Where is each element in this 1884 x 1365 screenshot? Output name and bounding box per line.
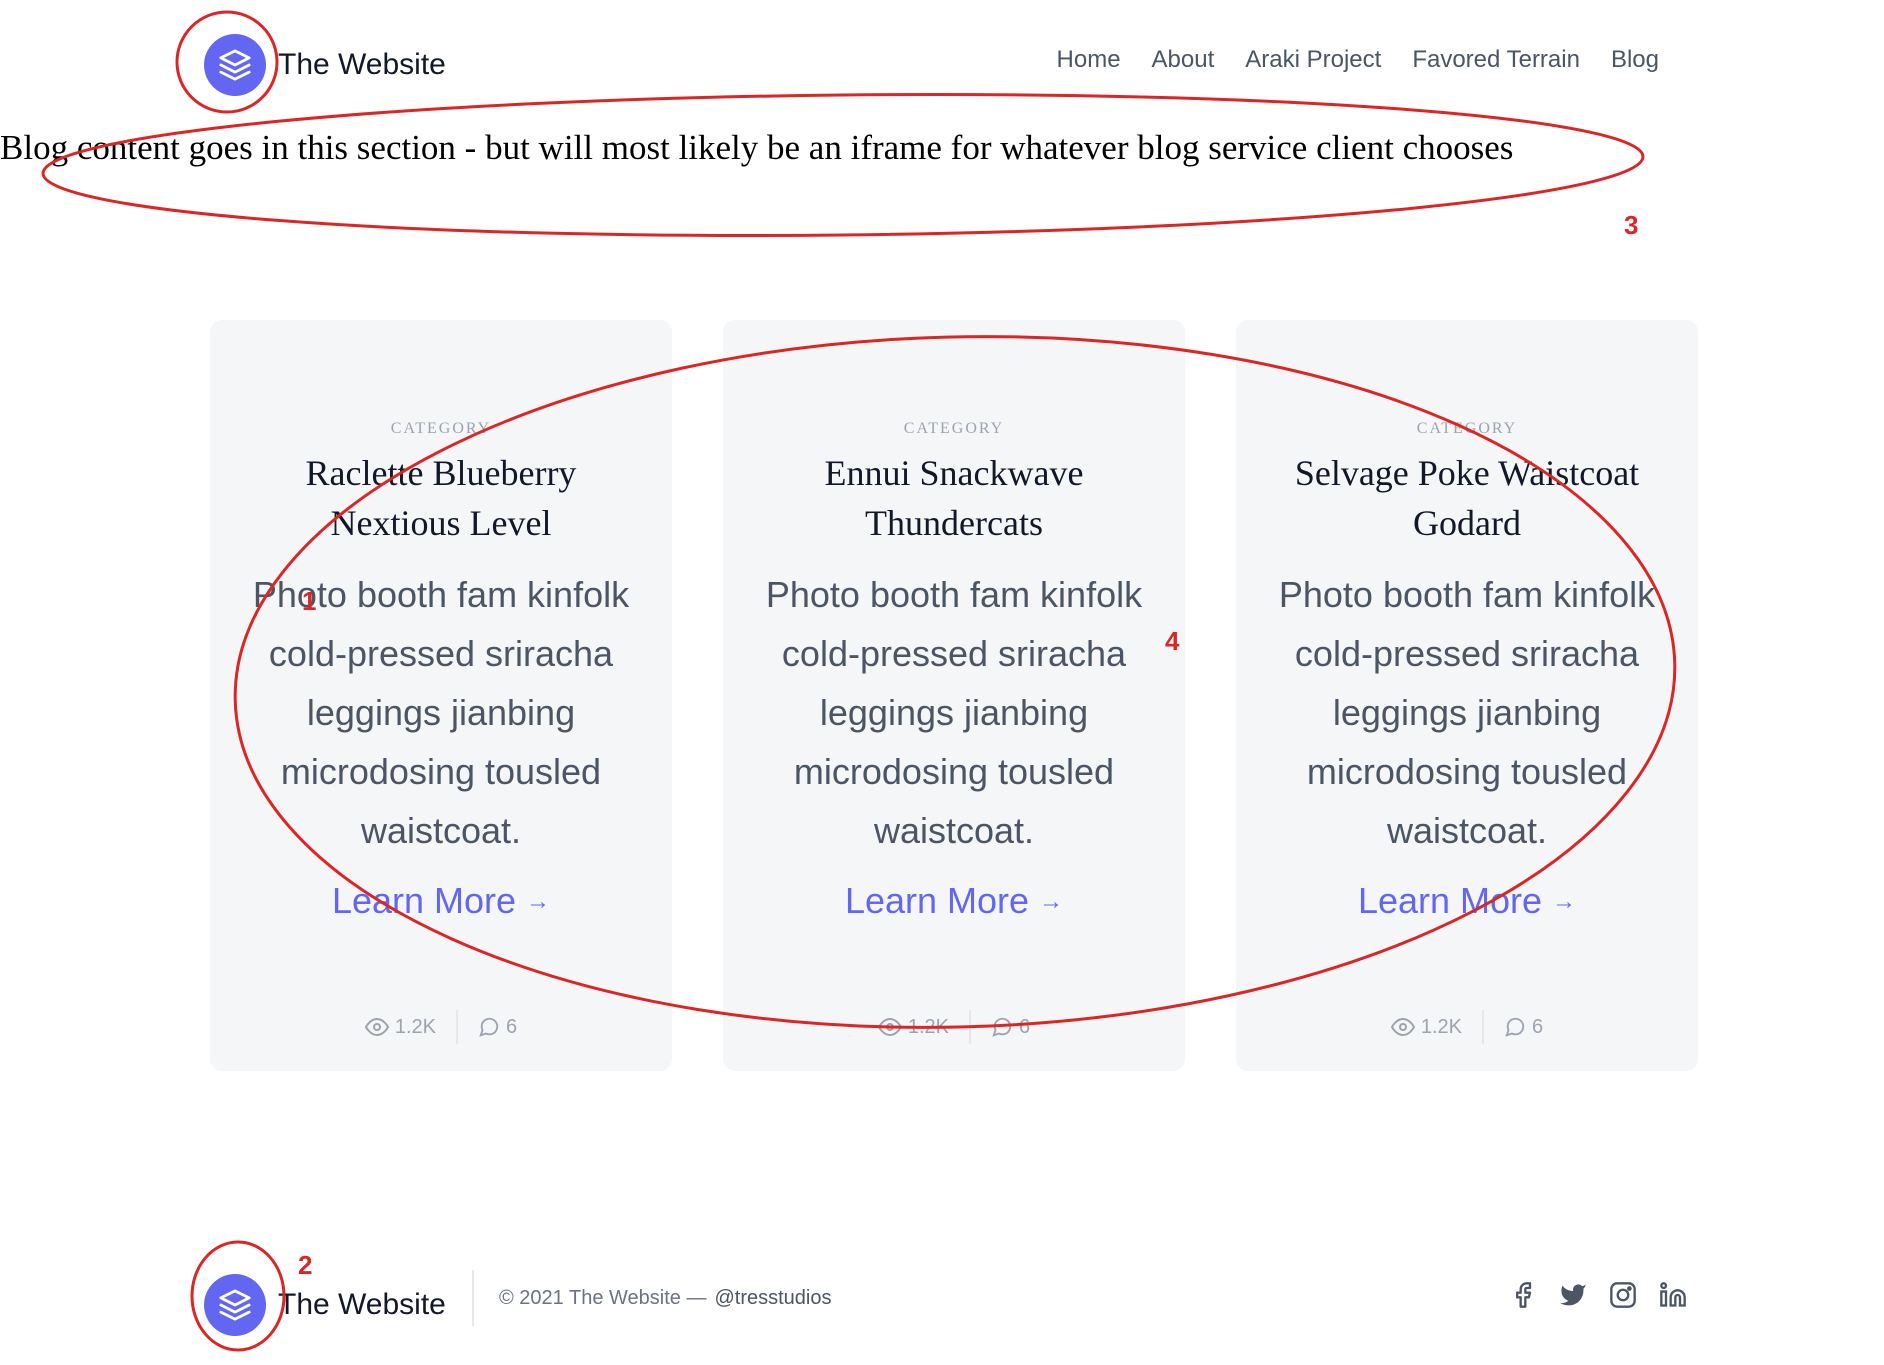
layers-icon <box>204 1274 266 1336</box>
annotation-label-4: 4 <box>1165 626 1180 656</box>
nav-about[interactable]: About <box>1152 46 1215 74</box>
footer-divider <box>472 1270 474 1326</box>
learn-more-link[interactable]: Learn More → <box>723 880 1185 922</box>
twitter-handle-link[interactable]: @tresstudios <box>714 1287 831 1309</box>
comment-icon <box>479 1017 499 1037</box>
comment-icon <box>992 1017 1012 1037</box>
arrow-right-icon: → <box>1552 888 1577 915</box>
instagram-icon[interactable] <box>1608 1280 1638 1310</box>
eye-icon <box>364 1017 389 1037</box>
views-count: 1.2K <box>394 1015 437 1038</box>
card-title: Raclette Blueberry Nextious Level <box>305 453 577 543</box>
footer-copyright: © 2021 The Website — @tresstudios <box>499 1287 831 1310</box>
main-nav: Home About Araki Project Favored Terrain… <box>1057 46 1659 74</box>
card-title: Selvage Poke Waistcoat Godard <box>1294 453 1640 543</box>
card-body: Photo booth fam kinfolk cold-pressed sri… <box>1278 574 1656 851</box>
nav-araki-project[interactable]: Araki Project <box>1245 46 1381 74</box>
footer-site-name: The Website <box>278 1288 446 1321</box>
blog-card: CATEGORY Selvage Poke Waistcoat Godard P… <box>1236 320 1698 1071</box>
learn-more-link[interactable]: Learn More → <box>1236 880 1698 922</box>
eye-icon <box>877 1017 902 1037</box>
arrow-right-icon: → <box>526 888 551 915</box>
site-footer: The Website © 2021 The Website — @tresstu… <box>0 1250 1884 1350</box>
layers-icon <box>204 34 266 96</box>
comments-count: 6 <box>506 1015 518 1038</box>
social-links <box>1508 1280 1688 1310</box>
card-body: Photo booth fam kinfolk cold-pressed sri… <box>765 574 1143 851</box>
comments-stat: 6 <box>1504 1016 1543 1039</box>
views-stat: 1.2K <box>364 1015 437 1039</box>
blog-placeholder-text: Blog content goes in this section - but … <box>0 128 1514 167</box>
nav-home[interactable]: Home <box>1057 46 1121 74</box>
annotation-label-3: 3 <box>1624 210 1639 240</box>
card-stats: 1.2K 6 <box>210 1010 672 1044</box>
copyright-text: © 2021 The Website — <box>499 1287 707 1309</box>
views-count: 1.2K <box>1420 1015 1463 1038</box>
card-category: CATEGORY <box>390 420 492 437</box>
stats-divider <box>969 1010 972 1044</box>
learn-more-link[interactable]: Learn More → <box>210 880 672 922</box>
views-stat: 1.2K <box>877 1015 950 1039</box>
site-name: The Website <box>278 48 446 81</box>
facebook-icon[interactable] <box>1508 1280 1538 1310</box>
card-title: Ennui Snackwave Thundercats <box>824 453 1084 543</box>
learn-more-label: Learn More <box>331 880 517 921</box>
card-category: CATEGORY <box>903 420 1005 437</box>
linkedin-icon[interactable] <box>1658 1280 1688 1310</box>
learn-more-label: Learn More <box>844 880 1030 921</box>
stats-divider <box>1482 1010 1485 1044</box>
views-stat: 1.2K <box>1390 1015 1463 1039</box>
annotation-label-1: 1 <box>302 586 317 616</box>
comments-stat: 6 <box>991 1016 1030 1039</box>
comments-count: 6 <box>1019 1015 1031 1038</box>
annotation-label-2: 2 <box>298 1250 313 1280</box>
card-stats: 1.2K 6 <box>723 1010 1185 1044</box>
learn-more-label: Learn More <box>1357 880 1543 921</box>
nav-favored-terrain[interactable]: Favored Terrain <box>1412 46 1580 74</box>
blog-card: CATEGORY Raclette Blueberry Nextious Lev… <box>210 320 672 1071</box>
card-category: CATEGORY <box>1416 420 1518 437</box>
comments-stat: 6 <box>478 1016 517 1039</box>
twitter-icon[interactable] <box>1558 1280 1588 1310</box>
header-logo[interactable]: The Website <box>204 34 446 96</box>
card-stats: 1.2K 6 <box>1236 1010 1698 1044</box>
blog-card: CATEGORY Ennui Snackwave Thundercats Pho… <box>723 320 1185 1071</box>
eye-icon <box>1390 1017 1415 1037</box>
views-count: 1.2K <box>907 1015 950 1038</box>
nav-blog[interactable]: Blog <box>1611 46 1659 74</box>
comments-count: 6 <box>1532 1015 1544 1038</box>
footer-logo[interactable]: The Website <box>204 1274 446 1336</box>
arrow-right-icon: → <box>1039 888 1064 915</box>
comment-icon <box>1505 1017 1525 1037</box>
stats-divider <box>456 1010 459 1044</box>
site-header: The Website Home About Araki Project Fav… <box>0 0 1884 120</box>
